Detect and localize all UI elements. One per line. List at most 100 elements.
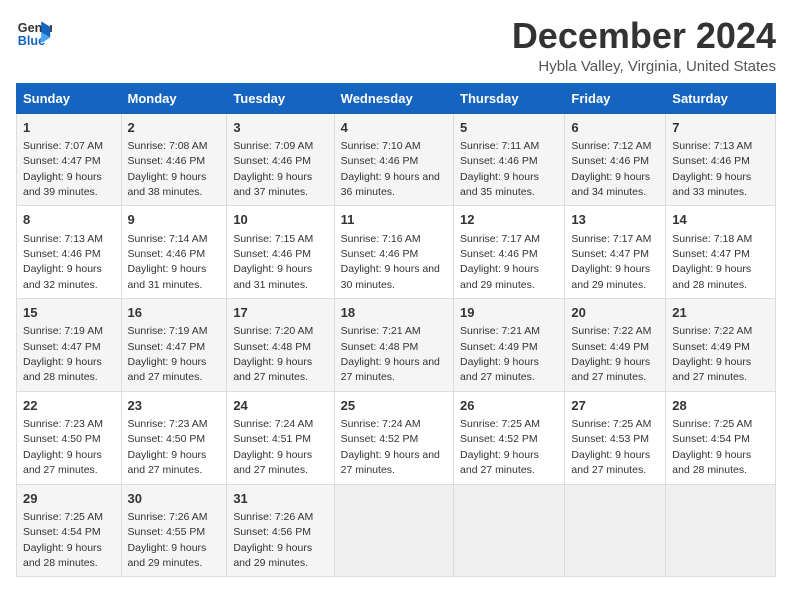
day-info: Sunrise: 7:23 AMSunset: 4:50 PMDaylight:… bbox=[23, 418, 103, 476]
day-info: Sunrise: 7:24 AMSunset: 4:51 PMDaylight:… bbox=[233, 418, 313, 476]
day-number: 2 bbox=[128, 119, 221, 137]
page-subtitle: Hybla Valley, Virginia, United States bbox=[512, 58, 776, 75]
calendar-cell: 25Sunrise: 7:24 AMSunset: 4:52 PMDayligh… bbox=[334, 391, 453, 484]
day-number: 27 bbox=[571, 397, 659, 415]
week-row-3: 15 Sunrise: 7:19 AMSunset: 4:47 PMDayligh… bbox=[17, 299, 776, 392]
calendar-cell: 9Sunrise: 7:14 AMSunset: 4:46 PMDaylight… bbox=[121, 206, 227, 299]
day-info: Sunrise: 7:19 AMSunset: 4:47 PMDaylight:… bbox=[128, 325, 208, 383]
day-number: 6 bbox=[571, 119, 659, 137]
calendar-cell: 19Sunrise: 7:21 AMSunset: 4:49 PMDayligh… bbox=[454, 299, 565, 392]
day-info: Sunrise: 7:19 AMSunset: 4:47 PMDaylight:… bbox=[23, 325, 103, 383]
calendar-cell bbox=[454, 484, 565, 577]
day-number: 5 bbox=[460, 119, 558, 137]
day-number: 21 bbox=[672, 304, 769, 322]
day-info: Sunrise: 7:13 AMSunset: 4:46 PMDaylight:… bbox=[672, 140, 752, 198]
day-number: 8 bbox=[23, 211, 115, 229]
day-info: Sunrise: 7:13 AMSunset: 4:46 PMDaylight:… bbox=[23, 233, 103, 291]
day-number: 18 bbox=[341, 304, 447, 322]
calendar-cell bbox=[565, 484, 666, 577]
day-number: 24 bbox=[233, 397, 327, 415]
calendar-cell: 23 Sunrise: 7:23 AMSunset: 4:50 PMDayligh… bbox=[121, 391, 227, 484]
day-number: 15 bbox=[23, 304, 115, 322]
page-title: December 2024 bbox=[512, 16, 776, 56]
col-header-sunday: Sunday bbox=[17, 83, 122, 113]
day-number: 14 bbox=[672, 211, 769, 229]
calendar-cell: 22 Sunrise: 7:23 AMSunset: 4:50 PMDayligh… bbox=[17, 391, 122, 484]
day-info: Sunrise: 7:12 AMSunset: 4:46 PMDaylight:… bbox=[571, 140, 651, 198]
day-number: 17 bbox=[233, 304, 327, 322]
calendar-cell: 26Sunrise: 7:25 AMSunset: 4:52 PMDayligh… bbox=[454, 391, 565, 484]
calendar-cell: 24 Sunrise: 7:24 AMSunset: 4:51 PMDayligh… bbox=[227, 391, 334, 484]
calendar-cell: 29 Sunrise: 7:25 AMSunset: 4:54 PMDayligh… bbox=[17, 484, 122, 577]
title-block: December 2024 Hybla Valley, Virginia, Un… bbox=[512, 16, 776, 75]
calendar-cell: 17 Sunrise: 7:20 AMSunset: 4:48 PMDayligh… bbox=[227, 299, 334, 392]
calendar-cell: 5Sunrise: 7:11 AMSunset: 4:46 PMDaylight… bbox=[454, 113, 565, 206]
col-header-monday: Monday bbox=[121, 83, 227, 113]
calendar-cell: 15 Sunrise: 7:19 AMSunset: 4:47 PMDayligh… bbox=[17, 299, 122, 392]
calendar-cell: 12Sunrise: 7:17 AMSunset: 4:46 PMDayligh… bbox=[454, 206, 565, 299]
day-info: Sunrise: 7:08 AMSunset: 4:46 PMDaylight:… bbox=[128, 140, 208, 198]
col-header-friday: Friday bbox=[565, 83, 666, 113]
day-info: Sunrise: 7:07 AMSunset: 4:47 PMDaylight:… bbox=[23, 140, 103, 198]
day-info: Sunrise: 7:22 AMSunset: 4:49 PMDaylight:… bbox=[571, 325, 651, 383]
calendar-table: SundayMondayTuesdayWednesdayThursdayFrid… bbox=[16, 83, 776, 578]
week-row-5: 29 Sunrise: 7:25 AMSunset: 4:54 PMDayligh… bbox=[17, 484, 776, 577]
col-header-thursday: Thursday bbox=[454, 83, 565, 113]
day-number: 3 bbox=[233, 119, 327, 137]
calendar-cell: 4 Sunrise: 7:10 AMSunset: 4:46 PMDaylight… bbox=[334, 113, 453, 206]
day-info: Sunrise: 7:21 AMSunset: 4:48 PMDaylight:… bbox=[341, 325, 440, 383]
calendar-cell bbox=[666, 484, 776, 577]
calendar-cell: 2 Sunrise: 7:08 AMSunset: 4:46 PMDaylight… bbox=[121, 113, 227, 206]
day-number: 4 bbox=[341, 119, 447, 137]
day-number: 1 bbox=[23, 119, 115, 137]
day-info: Sunrise: 7:20 AMSunset: 4:48 PMDaylight:… bbox=[233, 325, 313, 383]
svg-text:Blue: Blue bbox=[18, 34, 45, 48]
calendar-cell: 10Sunrise: 7:15 AMSunset: 4:46 PMDayligh… bbox=[227, 206, 334, 299]
day-info: Sunrise: 7:25 AMSunset: 4:54 PMDaylight:… bbox=[23, 511, 103, 569]
day-info: Sunrise: 7:22 AMSunset: 4:49 PMDaylight:… bbox=[672, 325, 752, 383]
day-number: 7 bbox=[672, 119, 769, 137]
day-number: 23 bbox=[128, 397, 221, 415]
col-header-saturday: Saturday bbox=[666, 83, 776, 113]
calendar-cell: 27 Sunrise: 7:25 AMSunset: 4:53 PMDayligh… bbox=[565, 391, 666, 484]
day-number: 13 bbox=[571, 211, 659, 229]
calendar-cell: 16 Sunrise: 7:19 AMSunset: 4:47 PMDayligh… bbox=[121, 299, 227, 392]
calendar-cell: 11 Sunrise: 7:16 AMSunset: 4:46 PMDayligh… bbox=[334, 206, 453, 299]
day-number: 11 bbox=[341, 211, 447, 229]
calendar-cell: 6 Sunrise: 7:12 AMSunset: 4:46 PMDaylight… bbox=[565, 113, 666, 206]
day-number: 9 bbox=[128, 211, 221, 229]
day-info: Sunrise: 7:25 AMSunset: 4:54 PMDaylight:… bbox=[672, 418, 752, 476]
calendar-cell: 18 Sunrise: 7:21 AMSunset: 4:48 PMDayligh… bbox=[334, 299, 453, 392]
page-header: General Blue December 2024 Hybla Valley,… bbox=[16, 16, 776, 75]
calendar-cell: 7 Sunrise: 7:13 AMSunset: 4:46 PMDaylight… bbox=[666, 113, 776, 206]
day-info: Sunrise: 7:23 AMSunset: 4:50 PMDaylight:… bbox=[128, 418, 208, 476]
calendar-cell: 14Sunrise: 7:18 AMSunset: 4:47 PMDayligh… bbox=[666, 206, 776, 299]
day-info: Sunrise: 7:26 AMSunset: 4:56 PMDaylight:… bbox=[233, 511, 313, 569]
calendar-cell: 8 Sunrise: 7:13 AMSunset: 4:46 PMDaylight… bbox=[17, 206, 122, 299]
day-number: 25 bbox=[341, 397, 447, 415]
logo-icon: General Blue bbox=[16, 16, 52, 52]
week-row-4: 22 Sunrise: 7:23 AMSunset: 4:50 PMDayligh… bbox=[17, 391, 776, 484]
day-info: Sunrise: 7:25 AMSunset: 4:52 PMDaylight:… bbox=[460, 418, 540, 476]
day-number: 16 bbox=[128, 304, 221, 322]
week-row-1: 1 Sunrise: 7:07 AMSunset: 4:47 PMDaylight… bbox=[17, 113, 776, 206]
day-number: 20 bbox=[571, 304, 659, 322]
calendar-cell: 21 Sunrise: 7:22 AMSunset: 4:49 PMDayligh… bbox=[666, 299, 776, 392]
day-info: Sunrise: 7:15 AMSunset: 4:46 PMDaylight:… bbox=[233, 233, 313, 291]
calendar-cell bbox=[334, 484, 453, 577]
day-number: 29 bbox=[23, 490, 115, 508]
col-header-tuesday: Tuesday bbox=[227, 83, 334, 113]
day-number: 22 bbox=[23, 397, 115, 415]
day-info: Sunrise: 7:25 AMSunset: 4:53 PMDaylight:… bbox=[571, 418, 651, 476]
day-info: Sunrise: 7:10 AMSunset: 4:46 PMDaylight:… bbox=[341, 140, 440, 198]
col-header-wednesday: Wednesday bbox=[334, 83, 453, 113]
day-number: 31 bbox=[233, 490, 327, 508]
day-number: 30 bbox=[128, 490, 221, 508]
day-info: Sunrise: 7:17 AMSunset: 4:47 PMDaylight:… bbox=[571, 233, 651, 291]
calendar-cell: 28Sunrise: 7:25 AMSunset: 4:54 PMDayligh… bbox=[666, 391, 776, 484]
week-row-2: 8 Sunrise: 7:13 AMSunset: 4:46 PMDaylight… bbox=[17, 206, 776, 299]
day-info: Sunrise: 7:16 AMSunset: 4:46 PMDaylight:… bbox=[341, 233, 440, 291]
calendar-cell: 30Sunrise: 7:26 AMSunset: 4:55 PMDayligh… bbox=[121, 484, 227, 577]
calendar-cell: 1 Sunrise: 7:07 AMSunset: 4:47 PMDaylight… bbox=[17, 113, 122, 206]
day-number: 19 bbox=[460, 304, 558, 322]
